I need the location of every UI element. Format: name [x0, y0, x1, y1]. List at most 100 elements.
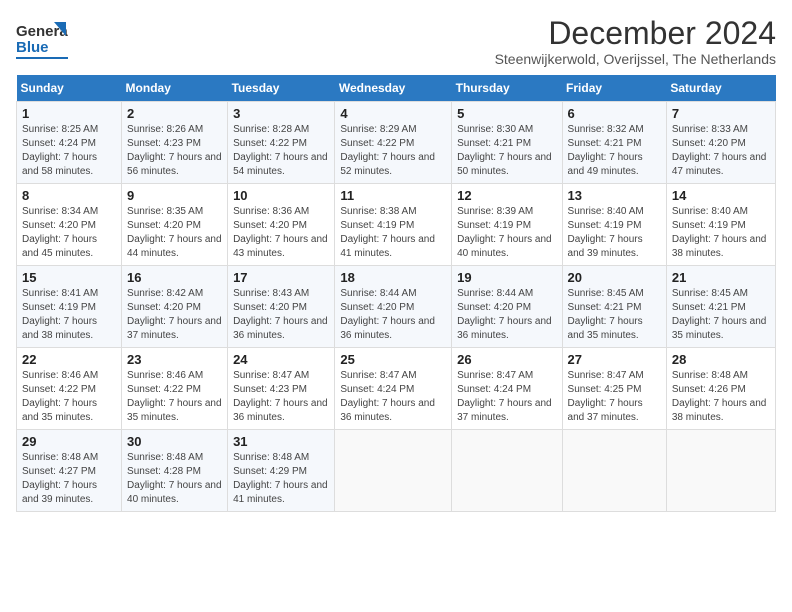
calendar-cell: 11 Sunrise: 8:38 AMSunset: 4:19 PMDaylig… — [335, 184, 452, 266]
day-info: Sunrise: 8:28 AMSunset: 4:22 PMDaylight:… — [233, 123, 329, 179]
calendar-cell: 23 Sunrise: 8:46 AMSunset: 4:22 PMDaylig… — [122, 348, 228, 430]
day-number: 17 — [233, 270, 329, 285]
title-block: December 2024 Steenwijkerwold, Overijsse… — [495, 16, 776, 67]
weekday-header-monday: Monday — [122, 75, 228, 102]
day-info: Sunrise: 8:25 AMSunset: 4:24 PMDaylight:… — [22, 123, 116, 179]
day-number: 26 — [457, 352, 556, 367]
day-info: Sunrise: 8:47 AMSunset: 4:23 PMDaylight:… — [233, 369, 329, 425]
day-number: 22 — [22, 352, 116, 367]
day-number: 12 — [457, 188, 556, 203]
week-row-1: 1 Sunrise: 8:25 AMSunset: 4:24 PMDayligh… — [17, 102, 776, 184]
day-info: Sunrise: 8:35 AMSunset: 4:20 PMDaylight:… — [127, 205, 222, 261]
calendar-cell: 13 Sunrise: 8:40 AMSunset: 4:19 PMDaylig… — [562, 184, 666, 266]
day-number: 8 — [22, 188, 116, 203]
logo-icon: General Blue — [16, 16, 68, 69]
day-info: Sunrise: 8:47 AMSunset: 4:24 PMDaylight:… — [340, 369, 446, 425]
calendar-cell: 1 Sunrise: 8:25 AMSunset: 4:24 PMDayligh… — [17, 102, 122, 184]
calendar-cell — [452, 430, 562, 512]
header: General Blue December 2024 Steenwijkerwo… — [16, 16, 776, 69]
weekday-header-tuesday: Tuesday — [228, 75, 335, 102]
calendar-cell: 9 Sunrise: 8:35 AMSunset: 4:20 PMDayligh… — [122, 184, 228, 266]
day-info: Sunrise: 8:40 AMSunset: 4:19 PMDaylight:… — [568, 205, 661, 261]
day-number: 31 — [233, 434, 329, 449]
day-info: Sunrise: 8:33 AMSunset: 4:20 PMDaylight:… — [672, 123, 770, 179]
day-number: 16 — [127, 270, 222, 285]
calendar-cell: 6 Sunrise: 8:32 AMSunset: 4:21 PMDayligh… — [562, 102, 666, 184]
calendar-cell — [562, 430, 666, 512]
logo: General Blue — [16, 16, 72, 69]
week-row-3: 15 Sunrise: 8:41 AMSunset: 4:19 PMDaylig… — [17, 266, 776, 348]
calendar-cell: 14 Sunrise: 8:40 AMSunset: 4:19 PMDaylig… — [666, 184, 775, 266]
calendar-cell: 28 Sunrise: 8:48 AMSunset: 4:26 PMDaylig… — [666, 348, 775, 430]
calendar-cell: 7 Sunrise: 8:33 AMSunset: 4:20 PMDayligh… — [666, 102, 775, 184]
calendar-cell: 15 Sunrise: 8:41 AMSunset: 4:19 PMDaylig… — [17, 266, 122, 348]
day-number: 7 — [672, 106, 770, 121]
day-info: Sunrise: 8:38 AMSunset: 4:19 PMDaylight:… — [340, 205, 446, 261]
calendar-cell: 4 Sunrise: 8:29 AMSunset: 4:22 PMDayligh… — [335, 102, 452, 184]
day-info: Sunrise: 8:48 AMSunset: 4:27 PMDaylight:… — [22, 451, 116, 507]
calendar-cell: 16 Sunrise: 8:42 AMSunset: 4:20 PMDaylig… — [122, 266, 228, 348]
day-number: 5 — [457, 106, 556, 121]
day-number: 11 — [340, 188, 446, 203]
week-row-5: 29 Sunrise: 8:48 AMSunset: 4:27 PMDaylig… — [17, 430, 776, 512]
day-number: 13 — [568, 188, 661, 203]
day-number: 23 — [127, 352, 222, 367]
day-info: Sunrise: 8:45 AMSunset: 4:21 PMDaylight:… — [568, 287, 661, 343]
day-info: Sunrise: 8:47 AMSunset: 4:24 PMDaylight:… — [457, 369, 556, 425]
svg-text:Blue: Blue — [16, 39, 49, 56]
calendar-cell: 26 Sunrise: 8:47 AMSunset: 4:24 PMDaylig… — [452, 348, 562, 430]
day-info: Sunrise: 8:32 AMSunset: 4:21 PMDaylight:… — [568, 123, 661, 179]
day-number: 24 — [233, 352, 329, 367]
calendar-cell: 20 Sunrise: 8:45 AMSunset: 4:21 PMDaylig… — [562, 266, 666, 348]
month-title: December 2024 — [495, 16, 776, 51]
day-number: 19 — [457, 270, 556, 285]
calendar-cell: 18 Sunrise: 8:44 AMSunset: 4:20 PMDaylig… — [335, 266, 452, 348]
day-number: 14 — [672, 188, 770, 203]
day-number: 28 — [672, 352, 770, 367]
day-info: Sunrise: 8:44 AMSunset: 4:20 PMDaylight:… — [340, 287, 446, 343]
calendar-cell: 12 Sunrise: 8:39 AMSunset: 4:19 PMDaylig… — [452, 184, 562, 266]
day-info: Sunrise: 8:48 AMSunset: 4:28 PMDaylight:… — [127, 451, 222, 507]
calendar-cell: 17 Sunrise: 8:43 AMSunset: 4:20 PMDaylig… — [228, 266, 335, 348]
day-info: Sunrise: 8:41 AMSunset: 4:19 PMDaylight:… — [22, 287, 116, 343]
calendar-cell: 5 Sunrise: 8:30 AMSunset: 4:21 PMDayligh… — [452, 102, 562, 184]
day-info: Sunrise: 8:46 AMSunset: 4:22 PMDaylight:… — [127, 369, 222, 425]
weekday-header-row: SundayMondayTuesdayWednesdayThursdayFrid… — [17, 75, 776, 102]
day-number: 18 — [340, 270, 446, 285]
calendar-cell: 8 Sunrise: 8:34 AMSunset: 4:20 PMDayligh… — [17, 184, 122, 266]
day-info: Sunrise: 8:48 AMSunset: 4:29 PMDaylight:… — [233, 451, 329, 507]
day-info: Sunrise: 8:40 AMSunset: 4:19 PMDaylight:… — [672, 205, 770, 261]
calendar-cell: 29 Sunrise: 8:48 AMSunset: 4:27 PMDaylig… — [17, 430, 122, 512]
location-title: Steenwijkerwold, Overijssel, The Netherl… — [495, 51, 776, 67]
calendar-cell: 30 Sunrise: 8:48 AMSunset: 4:28 PMDaylig… — [122, 430, 228, 512]
day-info: Sunrise: 8:45 AMSunset: 4:21 PMDaylight:… — [672, 287, 770, 343]
day-info: Sunrise: 8:46 AMSunset: 4:22 PMDaylight:… — [22, 369, 116, 425]
calendar-cell: 2 Sunrise: 8:26 AMSunset: 4:23 PMDayligh… — [122, 102, 228, 184]
week-row-4: 22 Sunrise: 8:46 AMSunset: 4:22 PMDaylig… — [17, 348, 776, 430]
day-info: Sunrise: 8:29 AMSunset: 4:22 PMDaylight:… — [340, 123, 446, 179]
weekday-header-wednesday: Wednesday — [335, 75, 452, 102]
day-number: 3 — [233, 106, 329, 121]
day-number: 20 — [568, 270, 661, 285]
day-number: 15 — [22, 270, 116, 285]
day-info: Sunrise: 8:48 AMSunset: 4:26 PMDaylight:… — [672, 369, 770, 425]
weekday-header-saturday: Saturday — [666, 75, 775, 102]
day-number: 30 — [127, 434, 222, 449]
day-number: 4 — [340, 106, 446, 121]
day-number: 10 — [233, 188, 329, 203]
weekday-header-friday: Friday — [562, 75, 666, 102]
calendar-cell: 3 Sunrise: 8:28 AMSunset: 4:22 PMDayligh… — [228, 102, 335, 184]
day-info: Sunrise: 8:36 AMSunset: 4:20 PMDaylight:… — [233, 205, 329, 261]
week-row-2: 8 Sunrise: 8:34 AMSunset: 4:20 PMDayligh… — [17, 184, 776, 266]
day-number: 6 — [568, 106, 661, 121]
day-info: Sunrise: 8:44 AMSunset: 4:20 PMDaylight:… — [457, 287, 556, 343]
calendar-table: SundayMondayTuesdayWednesdayThursdayFrid… — [16, 75, 776, 512]
calendar-cell: 10 Sunrise: 8:36 AMSunset: 4:20 PMDaylig… — [228, 184, 335, 266]
calendar-cell: 25 Sunrise: 8:47 AMSunset: 4:24 PMDaylig… — [335, 348, 452, 430]
day-number: 1 — [22, 106, 116, 121]
weekday-header-thursday: Thursday — [452, 75, 562, 102]
day-info: Sunrise: 8:30 AMSunset: 4:21 PMDaylight:… — [457, 123, 556, 179]
calendar-cell: 22 Sunrise: 8:46 AMSunset: 4:22 PMDaylig… — [17, 348, 122, 430]
day-number: 9 — [127, 188, 222, 203]
weekday-header-sunday: Sunday — [17, 75, 122, 102]
